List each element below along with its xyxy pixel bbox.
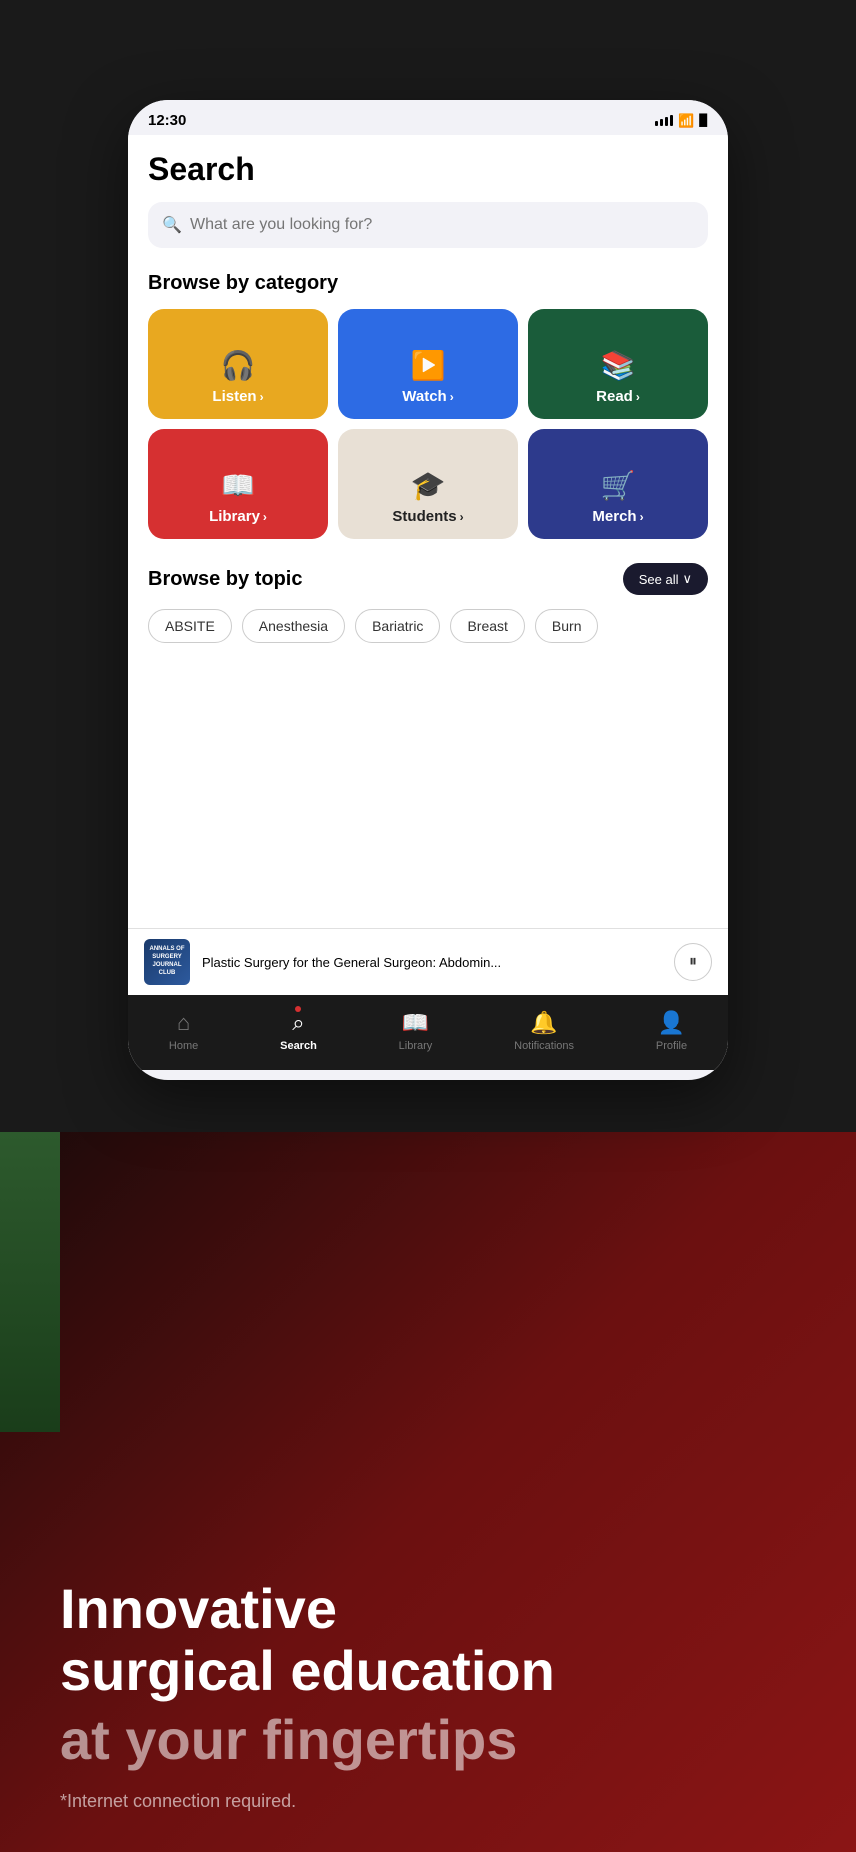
- promo-headline: Innovativesurgical education: [60, 1578, 796, 1701]
- headphones-icon: 🎧: [221, 349, 256, 382]
- nav-item-notifications[interactable]: 🔔 Notifications: [514, 1010, 574, 1052]
- notifications-icon: 🔔: [530, 1010, 557, 1036]
- pause-button[interactable]: ⏸: [674, 943, 712, 981]
- topic-chip-bariatric[interactable]: Bariatric: [355, 609, 440, 643]
- search-nav-icon: ⌕: [292, 1010, 304, 1036]
- book-icon: 📚: [601, 349, 636, 382]
- category-card-library[interactable]: 📖 Library ›: [148, 429, 328, 539]
- graduation-icon: 🎓: [411, 469, 446, 502]
- category-label-students: Students ›: [392, 508, 463, 525]
- nav-item-profile[interactable]: 👤 Profile: [656, 1010, 687, 1052]
- now-playing-bar[interactable]: ANNALS OF SURGERY JOURNAL CLUB Plastic S…: [128, 928, 728, 995]
- category-grid: 🎧 Listen › ▶️ Watch ›: [148, 309, 708, 539]
- library-icon: 📖: [221, 469, 256, 502]
- topic-header: Browse by topic See all ∨: [148, 563, 708, 595]
- category-card-listen[interactable]: 🎧 Listen ›: [148, 309, 328, 419]
- category-card-watch[interactable]: ▶️ Watch ›: [338, 309, 518, 419]
- see-all-button[interactable]: See all ∨: [623, 563, 708, 595]
- now-playing-thumbnail: ANNALS OF SURGERY JOURNAL CLUB: [144, 939, 190, 985]
- main-content: Search 🔍 Browse by category 🎧 Listen ›: [128, 135, 728, 1070]
- bottom-nav: ⌂ Home ⌕ Search 📖 Library 🔔 Notification…: [128, 995, 728, 1070]
- category-section-title: Browse by category: [148, 272, 708, 295]
- topic-section: Browse by topic See all ∨ ABSITE Anesthe…: [148, 563, 708, 643]
- library-nav-icon: 📖: [402, 1010, 429, 1036]
- category-label-listen: Listen ›: [212, 388, 263, 405]
- nav-item-library[interactable]: 📖 Library: [399, 1010, 433, 1052]
- profile-icon: 👤: [658, 1010, 685, 1036]
- wifi-icon: 📶: [678, 113, 694, 129]
- search-nav-dot: [295, 1006, 301, 1012]
- promo-section: Innovativesurgical education at your fin…: [0, 1132, 856, 1852]
- status-bar: 12:30 📶 ▉: [128, 100, 728, 135]
- search-icon: 🔍: [162, 215, 182, 235]
- signal-icon: [655, 115, 673, 126]
- pause-icon: ⏸: [689, 953, 697, 971]
- search-input-wrapper: 🔍: [148, 202, 708, 248]
- promo-subline: at your fingertips: [60, 1709, 796, 1771]
- status-time: 12:30: [148, 112, 186, 129]
- topic-chip-anesthesia[interactable]: Anesthesia: [242, 609, 345, 643]
- topics-row: ABSITE Anesthesia Bariatric Breast Burn: [148, 609, 708, 643]
- phone-frame: 12:30 📶 ▉ Search 🔍 Browse by catego: [128, 100, 728, 1080]
- category-section: Browse by category 🎧 Listen › ▶️ Watch: [148, 272, 708, 539]
- promo-note: *Internet connection required.: [60, 1791, 796, 1812]
- category-label-watch: Watch ›: [402, 388, 453, 405]
- status-icons: 📶 ▉: [655, 113, 708, 129]
- topic-chip-breast[interactable]: Breast: [450, 609, 524, 643]
- search-input[interactable]: [148, 202, 708, 248]
- topic-chip-absite[interactable]: ABSITE: [148, 609, 232, 643]
- battery-icon: ▉: [700, 114, 708, 127]
- promo-text: Innovativesurgical education at your fin…: [60, 1578, 796, 1812]
- cart-icon: 🛒: [601, 469, 636, 502]
- topic-section-title: Browse by topic: [148, 568, 302, 591]
- chevron-down-icon: ∨: [682, 571, 692, 587]
- nav-item-search[interactable]: ⌕ Search: [280, 1010, 317, 1052]
- category-label-library: Library ›: [209, 508, 267, 525]
- now-playing-info: Plastic Surgery for the General Surgeon:…: [202, 955, 662, 970]
- promo-background-image: [0, 1132, 60, 1432]
- now-playing-title: Plastic Surgery for the General Surgeon:…: [202, 955, 662, 970]
- category-label-merch: Merch ›: [592, 508, 643, 525]
- nav-item-home[interactable]: ⌂ Home: [169, 1010, 198, 1052]
- category-card-merch[interactable]: 🛒 Merch ›: [528, 429, 708, 539]
- category-label-read: Read ›: [596, 388, 640, 405]
- category-card-students[interactable]: 🎓 Students ›: [338, 429, 518, 539]
- scroll-area[interactable]: Search 🔍 Browse by category 🎧 Listen ›: [128, 135, 728, 928]
- play-icon: ▶️: [411, 349, 446, 382]
- category-card-read[interactable]: 📚 Read ›: [528, 309, 708, 419]
- home-icon: ⌂: [177, 1010, 190, 1036]
- topic-chip-burn[interactable]: Burn: [535, 609, 599, 643]
- page-title: Search: [148, 151, 708, 188]
